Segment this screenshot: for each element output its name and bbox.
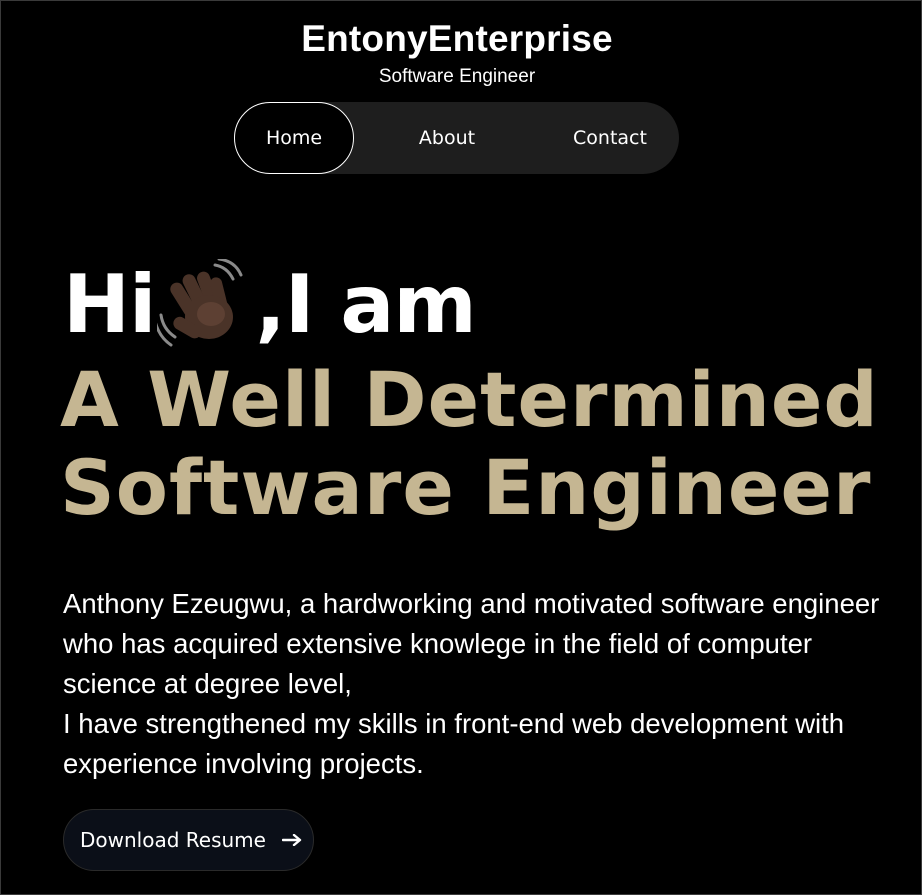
waving-hand-icon (153, 257, 257, 349)
greeting-hi: Hi (63, 257, 156, 351)
nav-about[interactable]: About (384, 102, 510, 174)
bio-paragraph-2: I have strengthened my skills in front-e… (63, 708, 845, 779)
nav-home[interactable]: Home (234, 102, 354, 174)
download-resume-button[interactable]: Download Resume (63, 809, 314, 871)
hero-greeting: Hi ,I am (63, 254, 477, 354)
hero-title-line-2: Software Engineer (60, 443, 872, 532)
main-nav: Home About Contact (234, 102, 679, 174)
download-resume-label: Download Resume (80, 828, 266, 852)
bio-paragraph-1: Anthony Ezeugwu, a hardworking and motiv… (63, 588, 880, 699)
greeting-i-am: ,I am (255, 257, 476, 351)
nav-contact[interactable]: Contact (548, 102, 672, 174)
brand-title: EntonyEnterprise (301, 18, 613, 59)
arrow-right-icon (281, 834, 302, 846)
hero-title-line-1: A Well Determined (60, 355, 879, 444)
hero-title: A Well Determined Software Engineer (60, 356, 879, 532)
bio: Anthony Ezeugwu, a hardworking and motiv… (63, 584, 893, 784)
brand-subtitle: Software Engineer (378, 66, 536, 87)
